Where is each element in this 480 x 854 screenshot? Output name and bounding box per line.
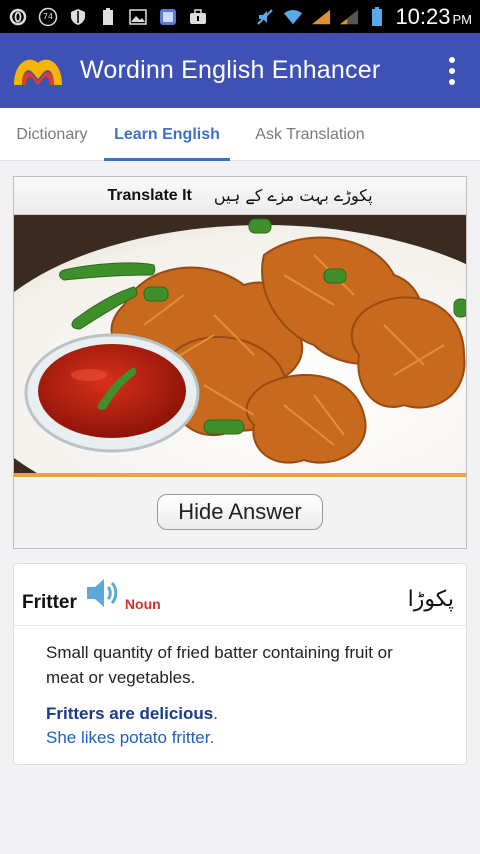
clock: 10:23 PM [395,4,472,30]
image-icon [128,7,148,27]
definition-text: Small quantity of fried batter containin… [46,643,393,687]
bag-icon [188,7,208,27]
photo-icon [158,7,178,27]
more-vert-icon[interactable] [432,51,472,91]
pakora-photo [14,215,466,473]
definition-body: Small quantity of fried batter containin… [14,626,466,750]
urdu-translation: پکوڑا [407,587,454,612]
opera-icon [8,7,28,27]
clock-ampm: PM [452,11,473,27]
example-sentence-2: She likes potato fritter. [46,728,215,747]
app-bar: Wordinn English Enhancer [0,33,480,108]
shield-icon [68,7,88,27]
example-1-bold: Fritters are delicious [46,704,214,723]
mute-icon [255,7,275,27]
badge-74-icon: 74 [38,7,58,27]
signal-icon-2 [339,7,359,27]
clock-time: 10:23 [395,3,451,29]
quiz-label: Translate It [107,186,192,204]
quiz-actions: Hide Answer [14,477,466,546]
quiz-header: Translate It پکوڑے بہت مزے کے ہیں [14,177,466,215]
quiz-urdu-sentence: پکوڑے بہت مزے کے ہیں [213,186,373,205]
battery-icon [367,6,387,27]
example-sentence-1: Fritters are delicious. [46,702,434,726]
word-title: Fritter [22,591,77,613]
translate-quiz-card: Translate It پکوڑے بہت مزے کے ہیں Hide A… [13,176,467,549]
speaker-icon[interactable] [83,574,121,612]
signal-icon [311,7,331,27]
quiz-image [14,215,466,477]
status-right: 10:23 PM [255,4,472,30]
tab-dictionary[interactable]: Dictionary [0,108,104,161]
example-1-end: . [213,704,218,723]
tab-ask-translation[interactable]: Ask Translation [230,108,390,161]
battery-small-icon [98,7,118,27]
tab-bar: Dictionary Learn English Ask Translation [0,108,480,161]
status-bar: 74 10:23 PM [0,0,480,33]
wordinn-logo [14,59,62,85]
tab-learn-english[interactable]: Learn English [104,108,230,161]
app-title: Wordinn English Enhancer [80,56,381,84]
part-of-speech: Noun [124,595,161,612]
badge-74-text: 74 [42,12,54,21]
wifi-icon [283,7,303,27]
notification-icons: 74 [8,7,208,27]
hide-answer-button[interactable]: Hide Answer [157,493,323,530]
definition-card: Fritter Noun پکوڑا Small quantity of fri… [13,563,467,765]
definition-header: Fritter Noun پکوڑا [14,564,466,626]
